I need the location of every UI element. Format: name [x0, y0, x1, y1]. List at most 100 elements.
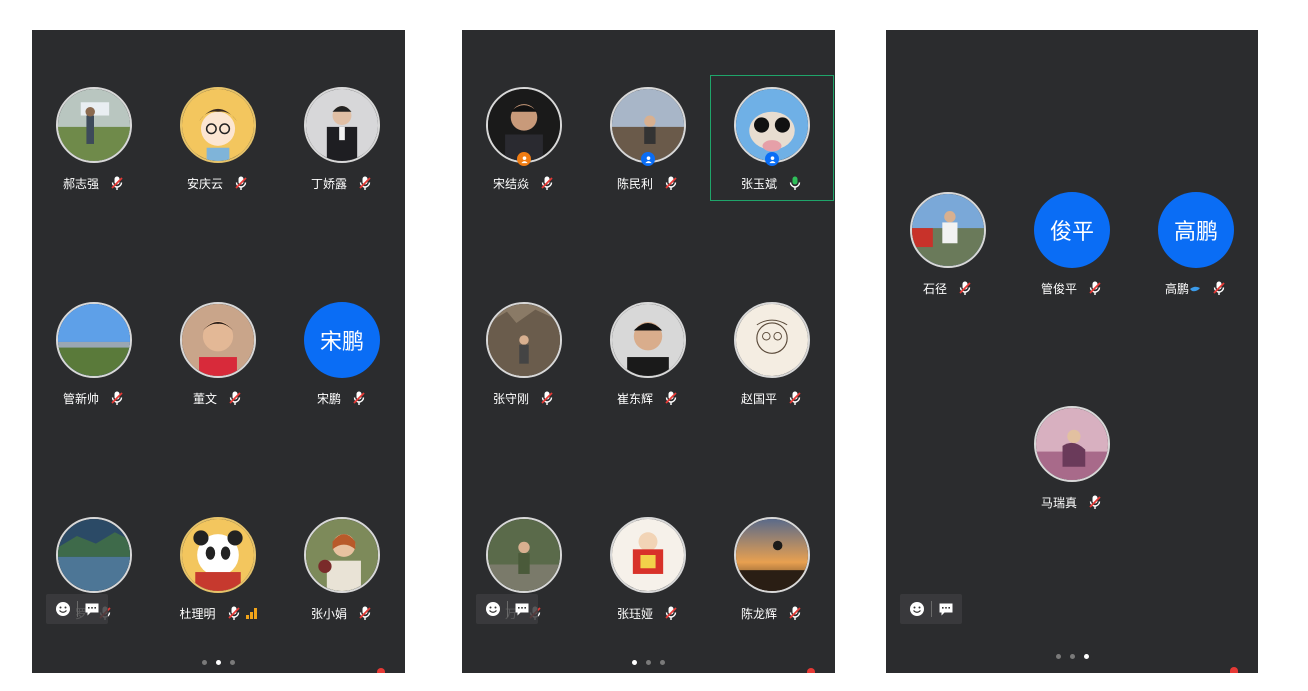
participant-tile[interactable]: 郝志强: [32, 75, 156, 201]
mic-muted-icon: [789, 391, 801, 405]
participant-name: 丁娇露: [310, 176, 347, 191]
mic-muted-icon: [229, 391, 241, 405]
meeting-video-page-3: 石径 俊平 管俊平 高鹏 高鹏 马瑞真: [886, 30, 1258, 673]
participant-name: 张小娟: [310, 606, 347, 621]
page-dot-current: [1083, 654, 1089, 659]
participant-tile[interactable]: 杜理明: [156, 505, 280, 631]
page-dot: [1069, 654, 1075, 659]
participant-tile-active-speaker[interactable]: 张玉斌: [710, 75, 834, 201]
toolbar-divider: [930, 601, 932, 617]
participant-avatar: [56, 302, 132, 378]
mic-muted-icon: [1089, 281, 1101, 295]
page-indicator: [462, 660, 835, 665]
participant-name: 张守刚: [492, 391, 529, 406]
participant-name: 陈龙辉: [740, 606, 777, 621]
participant-name: 张玉斌: [740, 176, 777, 191]
participant-avatar: 俊平: [1034, 192, 1110, 268]
mic-muted-icon: [665, 391, 677, 405]
participant-tile[interactable]: 陈民利: [586, 75, 710, 201]
participant-name: 崔东辉: [616, 391, 653, 406]
participant-name: 宋鹏: [316, 391, 341, 406]
participant-name: 高鹏: [1164, 281, 1189, 296]
reaction-chat-toolbar: [46, 594, 108, 624]
participant-avatar: [56, 517, 132, 593]
reaction-chat-toolbar: [476, 594, 538, 624]
device-phone-icon: [1190, 286, 1200, 292]
emoji-icon[interactable]: [909, 601, 925, 617]
participant-tile[interactable]: 董文: [156, 290, 280, 416]
emoji-icon[interactable]: [55, 601, 71, 617]
page-dot-current: [632, 660, 637, 665]
mic-muted-icon: [789, 606, 801, 620]
participant-avatar: [180, 517, 256, 593]
participant-tile[interactable]: 张守刚: [462, 290, 586, 416]
participant-name: 杜理明: [179, 606, 216, 621]
participant-avatar: [304, 517, 380, 593]
page-indicator: [32, 660, 405, 665]
participant-avatar: [1034, 406, 1110, 482]
mic-muted-icon: [1213, 281, 1225, 295]
signal-bars-icon: [245, 607, 257, 619]
participant-avatar: [910, 192, 986, 268]
participant-tile[interactable]: 俊平 管俊平: [1010, 180, 1134, 306]
co-host-badge-icon: [765, 152, 779, 166]
host-badge-icon: [517, 152, 531, 166]
participant-avatar: [486, 302, 562, 378]
participant-tile[interactable]: 陈龙辉: [710, 505, 834, 631]
participant-name: 张珏娅: [616, 606, 653, 621]
participant-name: 郝志强: [62, 176, 99, 191]
mic-icon: [789, 176, 801, 190]
participant-name: 董文: [192, 391, 217, 406]
participant-tile[interactable]: 石径: [886, 180, 1010, 306]
participant-name: 赵国平: [740, 391, 777, 406]
page-dot-current: [216, 660, 221, 665]
page-dot: [230, 660, 235, 665]
mic-muted-icon: [541, 391, 553, 405]
participant-tile[interactable]: 高鹏 高鹏: [1134, 180, 1258, 306]
reaction-chat-toolbar: [900, 594, 962, 624]
participant-avatar: [610, 302, 686, 378]
participant-name: 石径: [922, 281, 947, 296]
chat-icon[interactable]: [938, 601, 954, 617]
participant-avatar: [610, 517, 686, 593]
participant-name: 管新帅: [62, 391, 99, 406]
participant-name: 管俊平: [1040, 281, 1077, 296]
participant-tile[interactable]: 张小娟: [280, 505, 404, 631]
participant-tile[interactable]: 宋结焱: [462, 75, 586, 201]
toolbar-divider: [76, 601, 78, 617]
mic-muted-icon: [353, 391, 365, 405]
participant-name: 马瑞真: [1040, 495, 1077, 510]
participant-tile[interactable]: 张珏娅: [586, 505, 710, 631]
participant-avatar: [734, 517, 810, 593]
participant-tile[interactable]: 马瑞真: [1010, 394, 1134, 520]
page-dot: [202, 660, 207, 665]
participant-tile[interactable]: 宋鹏 宋鹏: [280, 290, 404, 416]
mic-muted-icon: [227, 606, 240, 620]
page-dot: [1055, 654, 1061, 659]
participant-avatar: [180, 302, 256, 378]
participant-avatar: [734, 302, 810, 378]
meeting-video-page-1: 郝志强 安庆云 丁娇露 管新帅 董文 宋鹏 宋鹏 杜理明 张小娟: [32, 30, 405, 673]
emoji-icon[interactable]: [485, 601, 501, 617]
chat-icon[interactable]: [84, 601, 100, 617]
participant-tile[interactable]: 赵国平: [710, 290, 834, 416]
mic-muted-icon: [665, 606, 677, 620]
mic-muted-icon: [111, 176, 123, 190]
chat-icon[interactable]: [514, 601, 530, 617]
mic-muted-icon: [665, 176, 677, 190]
participant-avatar: [180, 87, 256, 163]
participant-avatar: 高鹏: [1158, 192, 1234, 268]
participant-tile[interactable]: 安庆云: [156, 75, 280, 201]
participant-avatar: 宋鹏: [304, 302, 380, 378]
mic-muted-icon: [359, 606, 371, 620]
page-indicator: [886, 654, 1258, 659]
meeting-video-page-2: 宋结焱 陈民利 张玉斌 张守刚 崔东辉 赵国平 张珏娅 陈龙辉: [462, 30, 835, 673]
notification-marker: [377, 668, 385, 673]
mic-muted-icon: [235, 176, 247, 190]
participant-tile[interactable]: 丁娇露: [280, 75, 404, 201]
mic-muted-icon: [541, 176, 553, 190]
participant-tile[interactable]: 崔东辉: [586, 290, 710, 416]
page-dot: [646, 660, 651, 665]
mic-muted-icon: [359, 176, 371, 190]
participant-tile[interactable]: 管新帅: [32, 290, 156, 416]
